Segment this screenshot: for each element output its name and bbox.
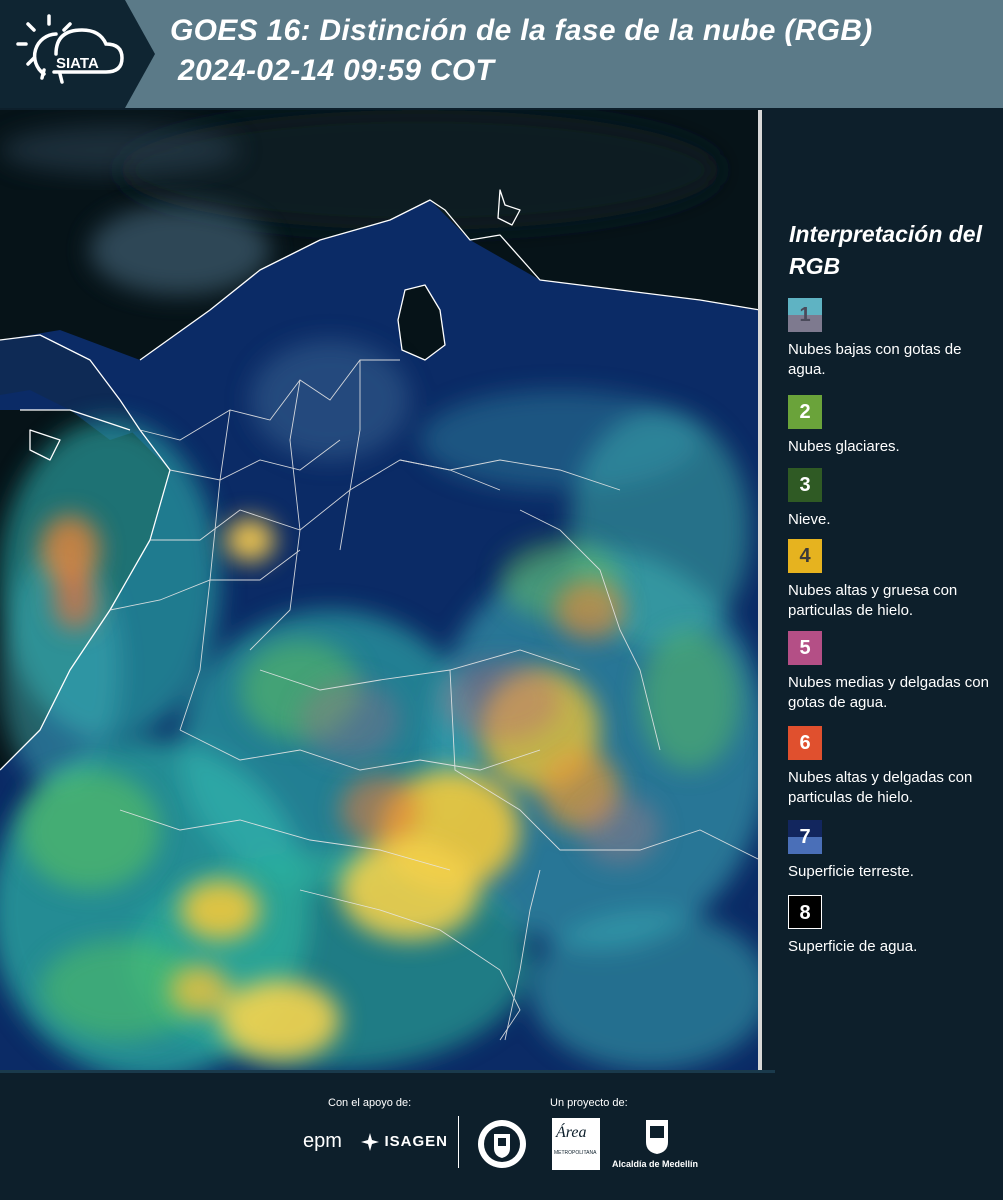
legend-item-8: 8 Superficie de agua. (788, 895, 998, 957)
legend-item-5: 5 Nubes medias y delgadas con gotas de a… (788, 631, 998, 713)
legend-item-3: 3 Nieve. (788, 468, 998, 530)
legend-item-2: 2 Nubes glaciares. (788, 395, 998, 457)
header-bar: SIATA GOES 16: Distinción de la fase de … (0, 0, 1003, 108)
legend-swatch-number: 1 (799, 304, 811, 326)
legend-swatch-2: 2 (788, 395, 822, 429)
legend-swatch-1: 1 (788, 298, 822, 332)
legend-description: Nieve. (788, 511, 831, 528)
area-metropolitana-logo: Área METROPOLITANA (552, 1118, 600, 1170)
legend-description: Nubes altas y delgadas con particulas de… (788, 769, 973, 806)
isagen-text: ISAGEN (384, 1133, 448, 1151)
legend-item-6: 6 Nubes altas y delgadas con particulas … (788, 726, 998, 808)
page-subtitle-timestamp: 2024-02-14 09:59 COT (178, 54, 495, 87)
legend-swatch-8: 8 (788, 895, 822, 929)
support-label: Con el apoyo de: (328, 1097, 412, 1109)
legend-swatch-5: 5 (788, 631, 822, 665)
legend-description: Superficie terreste. (788, 863, 914, 880)
isagen-star-icon (361, 1133, 379, 1151)
legend-item-1: 1 Nubes bajas con gotas de agua. (788, 298, 998, 380)
footer-separator (458, 1116, 459, 1168)
medellin-seal-logo (476, 1118, 528, 1175)
legend-title: Interpretación del RGB (789, 221, 982, 279)
legend-swatch-7: 7 (788, 820, 822, 854)
legend-swatch-number: 5 (799, 637, 811, 659)
legend-panel: Interpretación del RGB 1 Nubes bajas con… (762, 110, 1003, 1070)
legend-description: Nubes glaciares. (788, 438, 900, 455)
area-logo-subtext: METROPOLITANA (554, 1150, 597, 1156)
epm-logo: epm (303, 1130, 342, 1152)
legend-swatch-4: 4 (788, 539, 822, 573)
project-label: Un proyecto de: (550, 1097, 628, 1109)
alcaldia-shield-logo (644, 1118, 670, 1161)
legend-swatch-number: 6 (799, 732, 811, 754)
legend-description: Nubes medias y delgadas con gotas de agu… (788, 674, 989, 711)
page-title: GOES 16: Distinción de la fase de la nub… (170, 14, 873, 47)
siata-logo: SIATA (0, 0, 155, 108)
footer: Con el apoyo de: Un proyecto de: epm ISA… (0, 1070, 1003, 1200)
logo-text: SIATA (56, 55, 99, 72)
alcaldia-text: Alcaldía de Medellín (612, 1159, 699, 1169)
legend-description: Superficie de agua. (788, 938, 918, 955)
legend-swatch-3: 3 (788, 468, 822, 502)
legend-description: Nubes bajas con gotas de agua. (788, 341, 962, 378)
sun-cloud-icon: SIATA (16, 14, 124, 84)
legend-swatch-number: 7 (799, 826, 811, 848)
satellite-map (0, 110, 760, 1070)
legend-item-7: 7 Superficie terreste. (788, 820, 998, 882)
legend-swatch-number: 3 (799, 474, 811, 496)
area-logo-text: Área (556, 1124, 587, 1141)
legend-swatch-number: 4 (799, 545, 811, 567)
seal-icon (478, 1120, 526, 1168)
legend-swatch-number: 8 (799, 902, 811, 924)
legend-description: Nubes altas y gruesa con particulas de h… (788, 582, 958, 619)
legend-item-4: 4 Nubes altas y gruesa con particulas de… (788, 539, 998, 621)
satellite-image (0, 110, 760, 1070)
legend-swatch-number: 2 (799, 401, 811, 423)
shield-icon (646, 1120, 668, 1154)
footer-divider (0, 1070, 775, 1073)
isagen-logo: ISAGEN (360, 1132, 448, 1152)
legend-swatch-6: 6 (788, 726, 822, 760)
